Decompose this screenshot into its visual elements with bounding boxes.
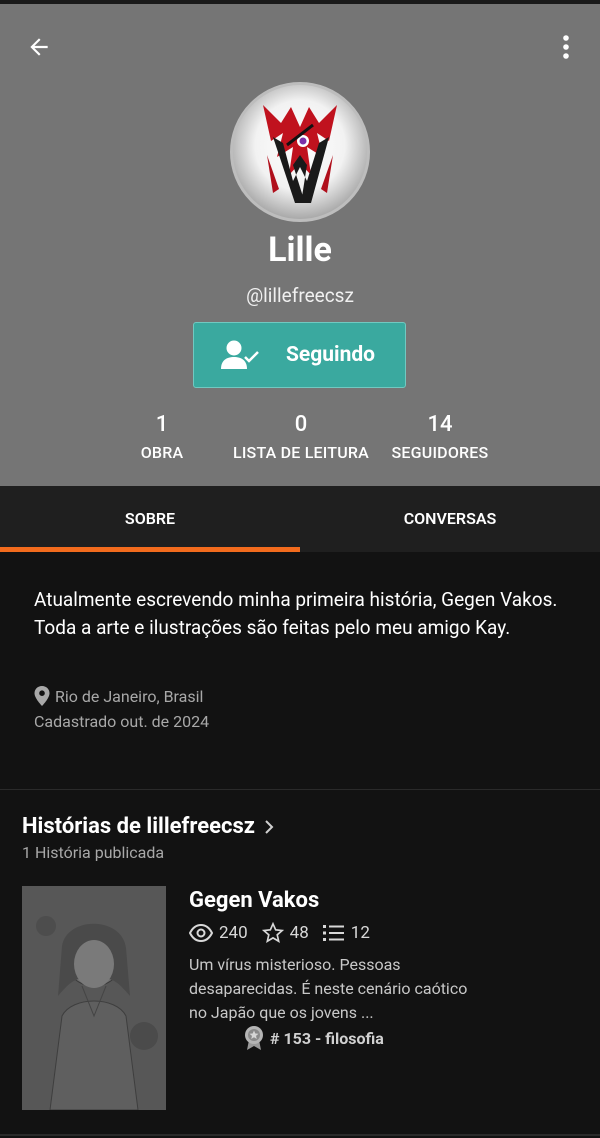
tab-conversas[interactable]: CONVERSAS [300,486,600,552]
stat-followers-label: SEGUIDORES [391,443,489,462]
arrow-left-icon [30,38,48,56]
story-rank-text: # 153 - filosofia [270,1028,384,1048]
stat-works-value: 1 [155,412,169,437]
bottom-divider [0,1134,600,1136]
profile-handle: @lillefreecsz [246,284,354,307]
stories-title-text: Histórias de lillefreecsz [22,814,256,839]
profile-location: Rio de Janeiro, Brasil [34,686,203,706]
back-button[interactable] [22,30,56,64]
avatar[interactable] [230,82,370,222]
following-button-label: Seguindo [286,343,376,367]
avatar-artwork [263,105,337,203]
tab-sobre[interactable]: SOBRE [0,486,300,552]
profile-bio: Atualmente escrevendo minha primeira his… [34,588,558,639]
stat-reading-list[interactable]: 0 LISTA DE LEITURA [226,410,376,464]
profile-joined: Cadastrado out. de 2024 [34,712,210,731]
stat-followers-value: 14 [427,412,453,437]
story-views: 240 [219,923,248,943]
award-badge-icon [245,1026,263,1050]
stat-works-label: OBRA [140,443,184,462]
following-button[interactable]: Seguindo [193,322,406,388]
list-icon [322,925,344,941]
stat-works[interactable]: 1 OBRA [122,410,202,464]
stat-followers[interactable]: 14 SEGUIDORES [386,410,494,464]
chevron-right-icon [265,819,274,834]
story-cover-image[interactable] [22,886,166,1110]
eye-icon [189,924,213,942]
stories-count: 1 História publicada [22,843,165,862]
story-parts: 12 [350,923,370,943]
cover-artwork [22,886,166,1110]
profile-location-text: Rio de Janeiro, Brasil [55,686,204,706]
star-icon [261,922,284,943]
more-options-button[interactable] [552,30,580,64]
story-votes: 48 [289,923,309,943]
stories-section-title[interactable]: Histórias de lillefreecsz [22,814,277,839]
story-description: Um vírus misterioso. Pessoas desaparecid… [189,955,468,1022]
location-pin-icon [34,686,50,706]
stat-reading-list-label: LISTA DE LEITURA [232,443,369,462]
stat-reading-list-value: 0 [294,412,308,437]
story-rank[interactable]: # 153 - filosofia [244,1026,384,1050]
story-stats: 240 48 12 [189,922,384,944]
profile-name: Lille [268,230,332,270]
story-title[interactable]: Gegen Vakos [189,888,319,913]
active-tab-indicator [0,547,300,552]
user-check-icon [220,339,260,375]
profile-tabs: SOBRE CONVERSAS [0,486,600,552]
more-vertical-icon [563,35,569,59]
section-divider [0,789,600,790]
